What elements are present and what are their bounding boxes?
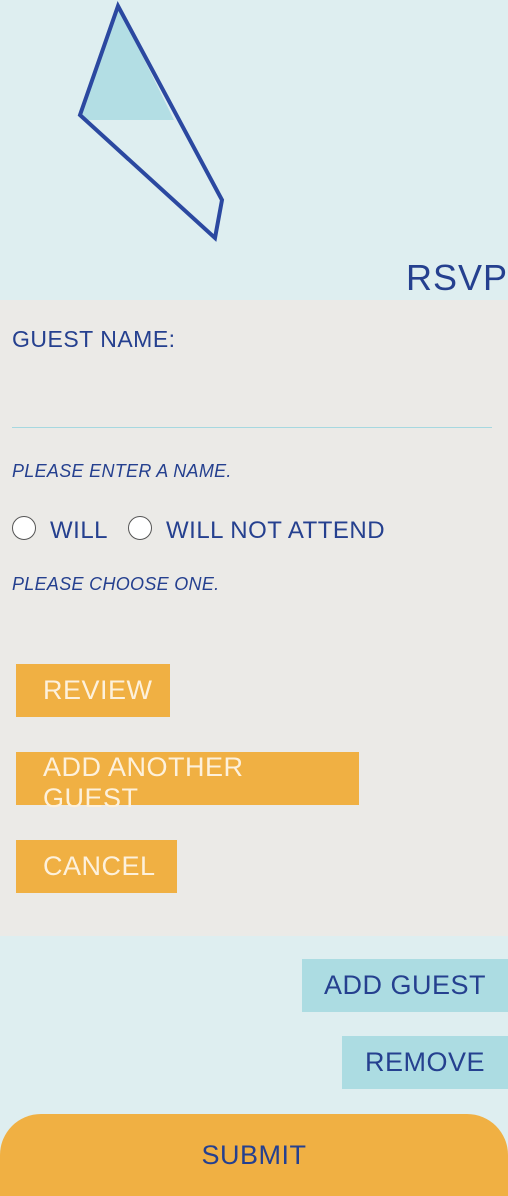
geometric-shape-icon xyxy=(77,1,225,242)
review-button[interactable]: REVIEW xyxy=(16,664,170,717)
radio-will-not-attend-label[interactable]: WILL NOT ATTEND xyxy=(166,517,385,545)
add-another-guest-button[interactable]: ADD ANOTHER GUEST xyxy=(16,752,359,813)
add-guest-button[interactable]: ADD GUEST xyxy=(302,959,508,1012)
remove-button[interactable]: REMOVE xyxy=(342,1036,508,1089)
cancel-button[interactable]: CANCEL xyxy=(16,840,177,893)
name-error-message: PLEASE ENTER A NAME. xyxy=(12,461,232,481)
guest-name-label: GUEST NAME: xyxy=(12,326,176,352)
choice-error-message: PLEASE CHOOSE ONE. xyxy=(12,574,220,594)
guest-name-input[interactable] xyxy=(12,380,492,428)
attendance-radio-group: WILL WILL NOT ATTEND xyxy=(12,510,385,546)
guest-form: GUEST NAME: PLEASE ENTER A NAME. WILL WI… xyxy=(0,300,508,936)
hero-header: RSVP xyxy=(0,0,508,300)
submit-button[interactable]: SUBMIT xyxy=(0,1114,508,1196)
radio-will-label[interactable]: WILL xyxy=(50,517,108,545)
radio-will[interactable] xyxy=(12,516,36,540)
page-title: RSVP xyxy=(405,257,508,298)
shape-outline xyxy=(77,1,225,242)
radio-will-not-attend[interactable] xyxy=(128,516,153,540)
